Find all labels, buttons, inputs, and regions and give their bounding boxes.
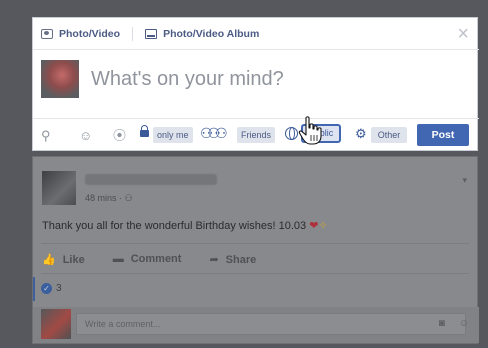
composer-toolbar: ⚲ ☺ ⦿ only me ⚇⚇⚇ Friends Public ⚙ Other… — [33, 118, 479, 151]
audience-only-me-button[interactable]: only me — [153, 127, 193, 143]
divider — [41, 243, 469, 244]
composer-tabs: Photo/Video Photo/Video Album — [33, 18, 479, 50]
close-icon[interactable]: × — [457, 24, 469, 44]
post-composer: Photo/Video Photo/Video Album × What's o… — [32, 17, 479, 151]
share-button[interactable]: ➦ Share — [209, 253, 256, 266]
comment-input[interactable]: Write a comment... — [76, 313, 466, 335]
divider — [41, 273, 469, 274]
tab-photo-video-album[interactable]: Photo/Video Album — [145, 28, 259, 40]
friends-audience-icon: ⚇ — [124, 193, 133, 203]
feeling-icon[interactable]: ☺ — [79, 129, 92, 142]
hand-cursor-icon — [298, 116, 322, 145]
tab-photo-video[interactable]: Photo/Video — [41, 28, 120, 40]
friends-icon: ⚇⚇⚇ — [200, 125, 228, 141]
gear-icon: ⚙ — [355, 126, 367, 141]
audience-other-button[interactable]: Other — [371, 127, 407, 143]
avatar[interactable] — [41, 60, 79, 98]
globe-icon — [285, 127, 298, 140]
post-author-name[interactable] — [85, 174, 217, 185]
sticker-icon[interactable]: ☺ — [459, 318, 469, 329]
commenter-avatar — [41, 309, 71, 339]
comment-icon: ▬ — [112, 253, 124, 265]
tab-separator — [132, 26, 134, 41]
post-options-chevron-icon[interactable]: ▾ — [462, 175, 467, 186]
audience-friends-button[interactable]: Friends — [237, 127, 276, 143]
reaction-edge — [33, 277, 35, 301]
location-icon[interactable]: ⦿ — [113, 129, 126, 142]
camera-icon[interactable]: ◙ — [439, 318, 445, 329]
post-author-avatar[interactable] — [42, 171, 76, 205]
post-text: Thank you all for the wonderful Birthday… — [42, 220, 328, 232]
tag-friends-icon[interactable]: ⚲ — [41, 129, 51, 142]
photo-album-icon — [145, 28, 158, 39]
reaction-summary[interactable]: ✓ 3 — [33, 277, 479, 301]
post-button[interactable]: Post — [417, 124, 469, 146]
like-icon: 👍 — [42, 254, 56, 266]
status-input[interactable]: What's on your mind? — [91, 68, 284, 91]
sparkle-emoji-icon: ✧ — [318, 220, 328, 232]
like-button[interactable]: 👍 Like — [42, 253, 85, 266]
share-icon: ➦ — [209, 254, 219, 266]
comment-attach-icons: ◙ ☺ — [439, 318, 469, 329]
comment-button[interactable]: ▬ Comment — [113, 253, 182, 266]
like-badge-icon: ✓ — [41, 283, 52, 294]
reaction-count: 3 — [56, 283, 62, 294]
post-actions-bar: 👍 Like ▬ Comment ➦ Share — [42, 253, 256, 266]
feed-post-card: 48 mins · ⚇ ▾ Thank you all for the wond… — [32, 156, 479, 344]
photo-video-icon — [41, 28, 53, 39]
post-timestamp: 48 mins · ⚇ — [85, 193, 133, 203]
comment-row: Write a comment... ◙ ☺ — [33, 307, 479, 343]
lock-icon — [140, 125, 149, 137]
